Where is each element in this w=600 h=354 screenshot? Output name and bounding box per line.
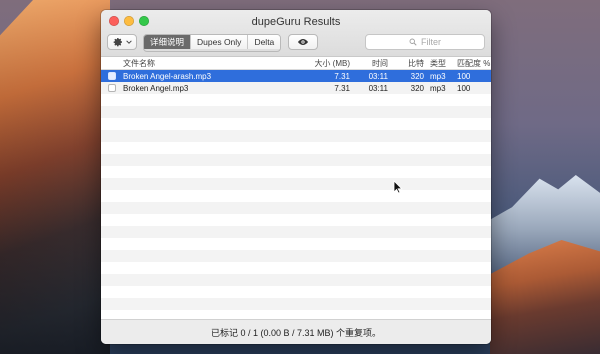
- empty-row: [101, 106, 491, 118]
- empty-row: [101, 130, 491, 142]
- empty-row: [101, 298, 491, 310]
- table-body: Broken Angel-arash.mp3 7.31 03:11 320 mp…: [101, 70, 491, 320]
- column-header-bitrate[interactable]: 比特: [392, 58, 426, 69]
- cell-bitrate: 320: [410, 83, 424, 93]
- filter-search-field[interactable]: Filter: [365, 34, 485, 50]
- empty-row: [101, 286, 491, 298]
- table-row[interactable]: Broken Angel.mp3 7.31 03:11 320 mp3 100: [101, 82, 491, 94]
- status-bar: 已标记 0 / 1 (0.00 B / 7.31 MB) 个重复项。: [101, 319, 491, 344]
- row-checkbox[interactable]: [108, 72, 116, 80]
- column-header-filename[interactable]: 文件名称: [123, 58, 286, 69]
- segment-delta[interactable]: Delta: [248, 35, 281, 49]
- titlebar: dupeGuru Results 详细说明 Dupes Only Delta F…: [101, 10, 491, 57]
- results-window: dupeGuru Results 详细说明 Dupes Only Delta F…: [101, 10, 491, 344]
- filter-placeholder: Filter: [421, 37, 441, 47]
- cell-filename: Broken Angel.mp3: [123, 83, 189, 93]
- column-header-match[interactable]: 匹配度 %: [453, 58, 491, 69]
- eye-icon: [298, 39, 308, 45]
- cell-match: 100: [457, 83, 471, 93]
- results-table: 文件名称 大小 (MB) 时间 比特 类型 匹配度 % Broken Angel…: [101, 57, 491, 320]
- cell-match: 100: [457, 71, 471, 81]
- empty-row: [101, 154, 491, 166]
- row-checkbox[interactable]: [108, 84, 116, 92]
- empty-row: [101, 190, 491, 202]
- search-icon: [409, 38, 417, 46]
- table-header: 文件名称 大小 (MB) 时间 比特 类型 匹配度 %: [101, 57, 491, 70]
- cell-type: mp3: [430, 83, 446, 93]
- gear-icon: [113, 38, 122, 47]
- preview-button[interactable]: [288, 34, 318, 50]
- cell-bitrate: 320: [410, 71, 424, 81]
- segment-details[interactable]: 详细说明: [144, 35, 192, 49]
- cell-filename: Broken Angel-arash.mp3: [123, 71, 212, 81]
- empty-row: [101, 226, 491, 238]
- cell-size: 7.31: [334, 83, 350, 93]
- table-row[interactable]: Broken Angel-arash.mp3 7.31 03:11 320 mp…: [101, 70, 491, 82]
- column-header-type[interactable]: 类型: [426, 58, 453, 69]
- window-title: dupeGuru Results: [251, 16, 341, 28]
- status-text: 已标记 0 / 1 (0.00 B / 7.31 MB) 个重复项。: [210, 327, 382, 338]
- empty-row: [101, 142, 491, 154]
- column-header-time[interactable]: 时间: [354, 58, 392, 69]
- empty-row: [101, 166, 491, 178]
- toolbar: 详细说明 Dupes Only Delta Filter: [107, 34, 485, 52]
- mouse-pointer-icon: [393, 180, 403, 194]
- chevron-down-icon: [125, 40, 132, 44]
- empty-row: [101, 262, 491, 274]
- cell-size: 7.31: [334, 71, 350, 81]
- empty-row: [101, 274, 491, 286]
- empty-row: [101, 94, 491, 106]
- segment-dupes-only[interactable]: Dupes Only: [191, 35, 249, 49]
- empty-row: [101, 118, 491, 130]
- cell-time: 03:11: [368, 71, 388, 81]
- empty-row: [101, 178, 491, 190]
- cell-type: mp3: [430, 71, 446, 81]
- column-header-size[interactable]: 大小 (MB): [286, 58, 354, 69]
- empty-row: [101, 250, 491, 262]
- actions-menu-button[interactable]: [107, 34, 137, 50]
- view-mode-segmented-control: 详细说明 Dupes Only Delta: [143, 34, 282, 52]
- empty-row: [101, 214, 491, 226]
- cell-time: 03:11: [368, 83, 388, 93]
- empty-row: [101, 202, 491, 214]
- empty-row: [101, 238, 491, 250]
- wallpaper-mountain-left: [0, 0, 110, 354]
